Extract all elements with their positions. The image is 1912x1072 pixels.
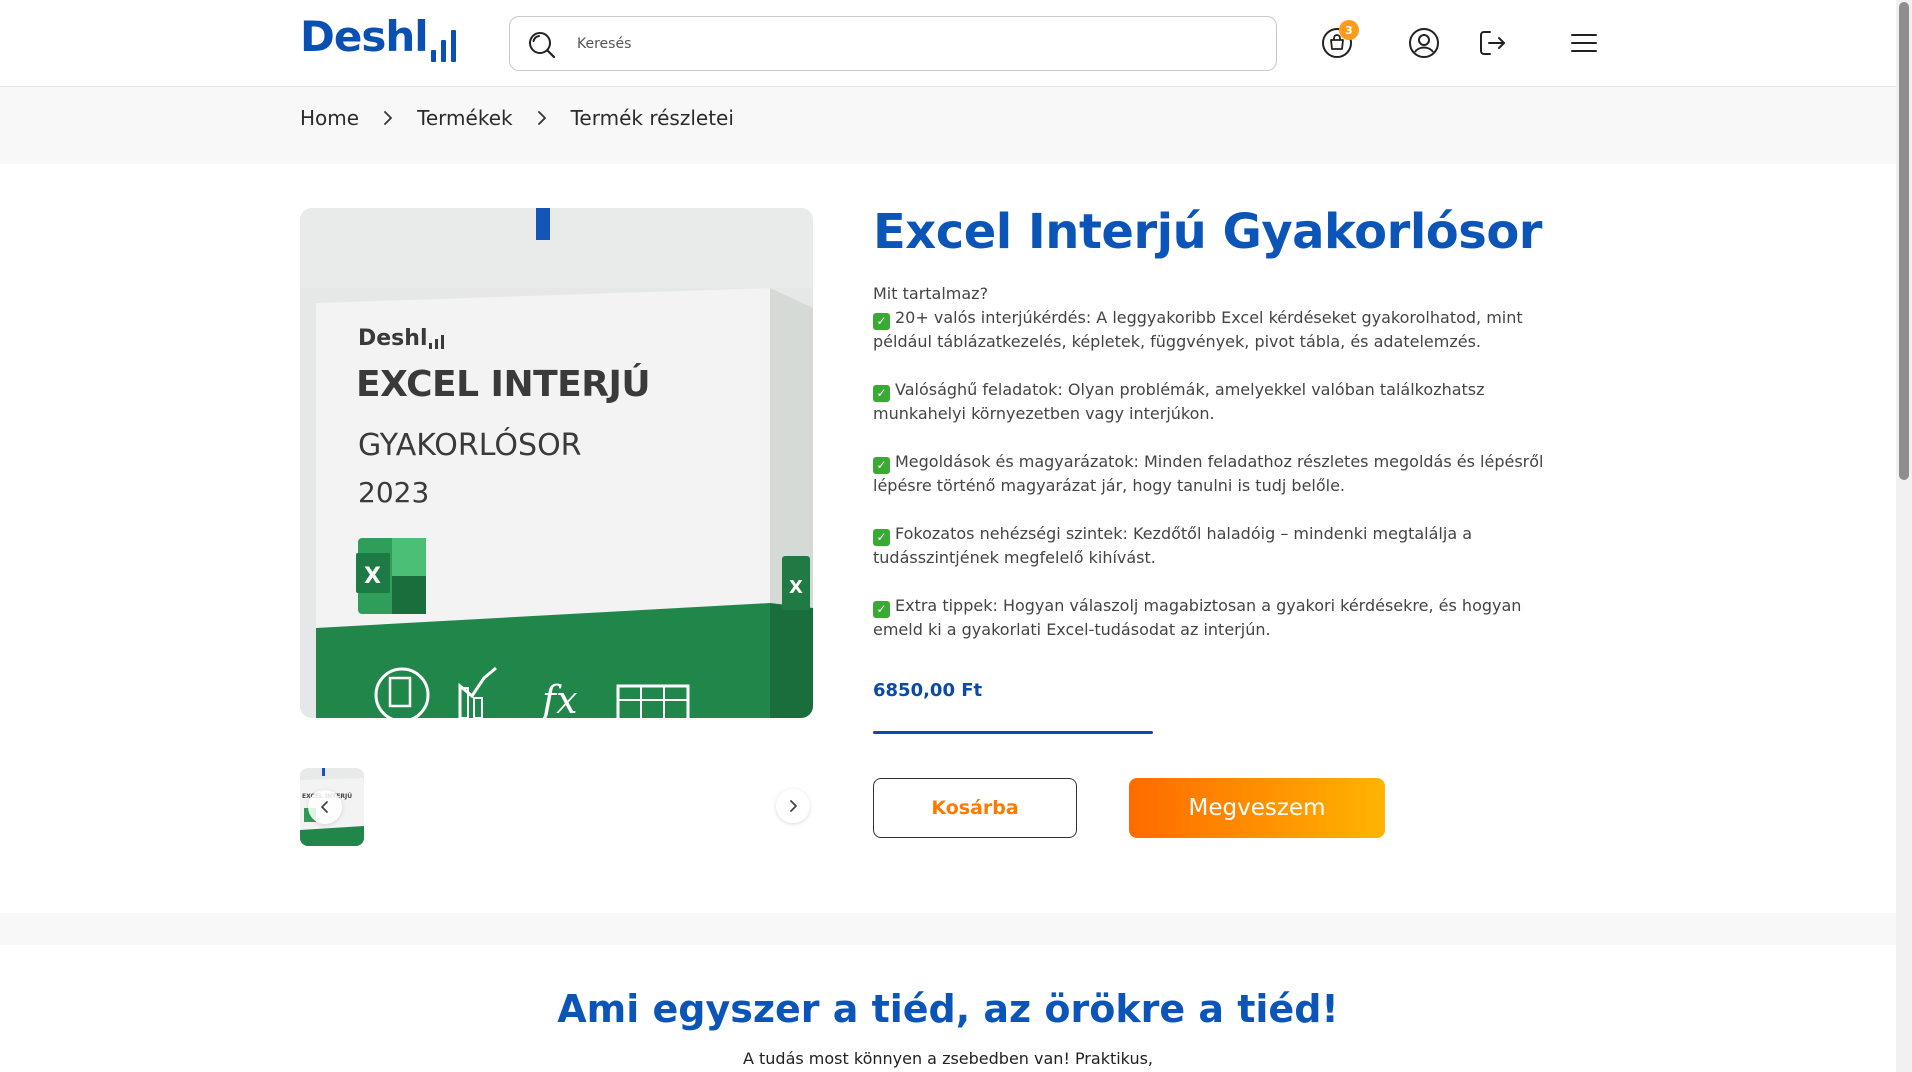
box-brand: Deshl (358, 326, 445, 351)
chevron-left-icon (321, 801, 328, 813)
svg-text:fx: fx (539, 678, 578, 718)
menu-button[interactable] (1566, 25, 1602, 61)
user-icon (1409, 28, 1439, 58)
feature-item: ✓ Extra tippek: Hogyan válaszolj magabizt… (873, 596, 1522, 639)
buy-now-button[interactable]: Megveszem (1129, 778, 1385, 838)
box-title-line2: GYAKORLÓSOR (358, 428, 582, 463)
section-subtitle: A tudás most könnyen a zsebedben van! Pr… (742, 1049, 1154, 1068)
search-box[interactable] (509, 16, 1277, 71)
box-brand-bars-icon (429, 335, 445, 349)
section-divider (0, 913, 1896, 945)
check-icon: ✓ (873, 457, 890, 474)
chevron-right-icon (790, 800, 797, 812)
svg-text:X: X (789, 577, 803, 598)
check-icon: ✓ (873, 385, 890, 402)
page: Deshl 3 (0, 0, 1896, 1072)
box-title-line1: EXCEL INTERJÚ (356, 364, 651, 405)
check-icon: ✓ (873, 313, 890, 330)
check-icon: ✓ (873, 601, 890, 618)
breadcrumb-current: Termék részletei (570, 106, 734, 130)
check-icon: ✓ (873, 529, 890, 546)
logout-icon (1480, 31, 1505, 55)
product-title: Excel Interjú Gyakorlósor (873, 204, 1542, 260)
product-main-image[interactable]: X X fx Deshl EXCEL INTERJÚ GYAKORLÓSOR 2… (300, 208, 813, 718)
feature-item: ✓ Valósághű feladatok: Olyan problémák, a… (873, 380, 1485, 423)
box-title-line3: 2023 (358, 476, 430, 509)
site-header: Deshl 3 (0, 0, 1896, 87)
scrollbar-thumb[interactable] (1899, 2, 1909, 480)
thumbnail-prev-button[interactable] (308, 790, 342, 824)
product-description: Mit tartalmaz? ✓ 20+ valós interjúkérdés:… (873, 282, 1553, 642)
breadcrumb: Home Termékek Termék részletei (300, 106, 734, 130)
thumbnail-strip: EXCEL INTERJÚ (300, 766, 813, 846)
product-info: Excel Interjú Gyakorlósor Mit tartalmaz?… (873, 200, 1553, 701)
logo-bars-icon (430, 30, 456, 62)
feature-item: ✓ 20+ valós interjúkérdés: A leggyakoribb… (873, 308, 1523, 351)
add-to-cart-button[interactable]: Kosárba (873, 778, 1077, 838)
feature-item: ✓ Megoldások és magyarázatok: Minden fela… (873, 452, 1544, 495)
account-button[interactable] (1406, 25, 1442, 61)
thumbnail-image[interactable]: EXCEL INTERJÚ (300, 768, 364, 846)
logo[interactable]: Deshl (300, 12, 456, 72)
feature-item: ✓ Fokozatos nehézségi szintek: Kezdőtől h… (873, 524, 1473, 567)
vertical-scrollbar[interactable] (1896, 0, 1912, 1072)
svg-text:X: X (364, 564, 381, 589)
breadcrumb-home[interactable]: Home (300, 106, 359, 130)
logout-button[interactable] (1474, 25, 1510, 61)
breadcrumb-bar: Home Termékek Termék részletei (0, 88, 1896, 164)
thumbnail-next-button[interactable] (776, 789, 810, 823)
description-intro: Mit tartalmaz? (873, 284, 989, 303)
logo-text: Deshl (300, 12, 429, 61)
chevron-right-icon (384, 111, 392, 125)
section-title: Ami egyszer a tiéd, az örökre a tiéd! (557, 987, 1339, 1031)
cart-button[interactable]: 3 (1319, 20, 1359, 61)
breadcrumb-products[interactable]: Termékek (417, 106, 513, 130)
cart-count-badge: 3 (1339, 20, 1359, 40)
product-price: 6850,00 Ft (873, 680, 983, 701)
price-underline (873, 731, 1153, 734)
search-icon[interactable] (527, 30, 557, 60)
chevron-right-icon (537, 111, 546, 125)
search-input[interactable] (577, 29, 1257, 59)
hamburger-menu-icon (1571, 34, 1597, 52)
